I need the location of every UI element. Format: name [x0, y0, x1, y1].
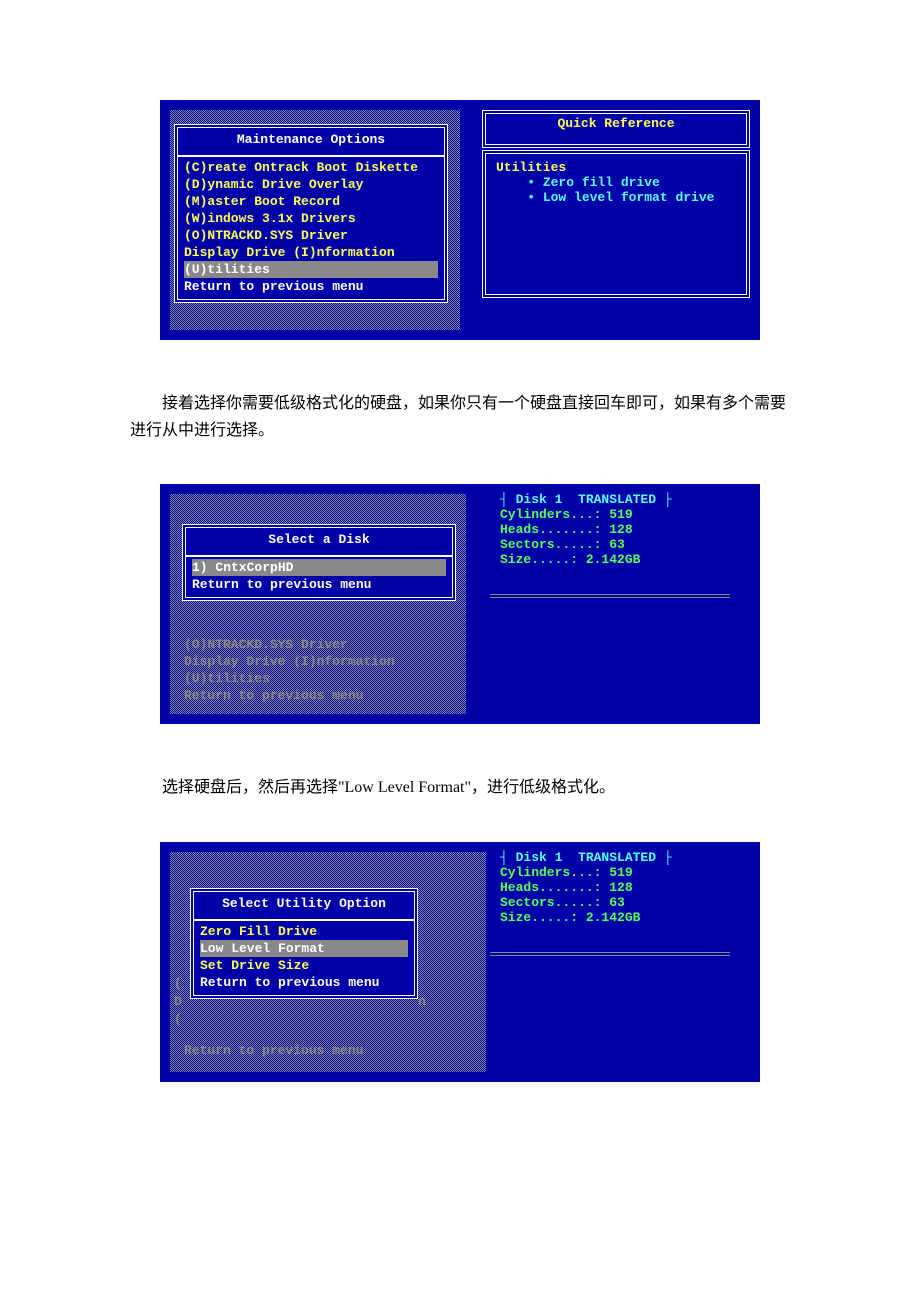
disk-info-line: Cylinders...: 519: [500, 507, 710, 522]
paragraph-2: 选择硬盘后，然后再选择"Low Level Format"，进行低级格式化。: [130, 774, 790, 801]
menu-item-selected[interactable]: (U)tilities: [184, 261, 438, 278]
edge-letter-right: n: [418, 994, 426, 1009]
paragraph-1: 接着选择你需要低级格式化的硬盘，如果你只有一个硬盘直接回车即可，如果有多个需要进…: [130, 390, 790, 444]
menu-title: Select Utility Option: [194, 892, 414, 917]
menu-item[interactable]: (O)NTRACKD.SYS Driver: [184, 227, 438, 244]
background-menu-items: Return to previous menu: [178, 1042, 470, 1059]
disk-info-line: Size.....: 2.142GB: [500, 910, 710, 925]
disk-info-line: Heads.......: 128: [500, 880, 710, 895]
utility-item-selected[interactable]: Low Level Format: [200, 940, 408, 957]
screenshot-1: Maintenance Options (C)reate Ontrack Boo…: [160, 100, 760, 340]
ref-item: • Low level format drive: [496, 190, 736, 205]
info-box-bottom-border: [490, 594, 730, 598]
disk-info-title: ┤ Disk 1 TRANSLATED ├: [500, 850, 710, 865]
disk-info-title: ┤ Disk 1 TRANSLATED ├: [500, 492, 710, 507]
edge-letter: (: [174, 1012, 182, 1027]
disk-info-line: Heads.......: 128: [500, 522, 710, 537]
maintenance-options-menu: Maintenance Options (C)reate Ontrack Boo…: [174, 124, 448, 303]
screenshot-3: ( D ( Select Utility Option Zero Fill Dr…: [160, 842, 760, 1082]
menu-item-return[interactable]: Return to previous menu: [192, 576, 446, 593]
ref-heading: Utilities: [496, 160, 736, 175]
info-box-bottom-border: [490, 952, 730, 956]
menu-title: Maintenance Options: [178, 128, 444, 153]
utility-item[interactable]: Set Drive Size: [200, 957, 408, 974]
edge-letter: D: [174, 994, 182, 1009]
select-disk-menu: Select a Disk 1) CntxCorpHD Return to pr…: [182, 524, 456, 601]
disk-info-line: Sectors.....: 63: [500, 537, 710, 552]
bg-item: Return to previous menu: [184, 1042, 464, 1059]
background-menu-items: (O)NTRACKD.SYS Driver Display Drive (I)n…: [178, 636, 470, 704]
document-page: Maintenance Options (C)reate Ontrack Boo…: [0, 0, 920, 1192]
disk-info-line: Cylinders...: 519: [500, 865, 710, 880]
menu-item-return[interactable]: Return to previous menu: [200, 974, 408, 991]
utility-item[interactable]: Zero Fill Drive: [200, 923, 408, 940]
menu-item[interactable]: (C)reate Ontrack Boot Diskette: [184, 159, 438, 176]
menu-item-return[interactable]: Return to previous menu: [184, 278, 438, 295]
bg-item: Display Drive (I)nformation: [184, 653, 464, 670]
disk-info-line: Size.....: 2.142GB: [500, 552, 710, 567]
disk-info-line: Sectors.....: 63: [500, 895, 710, 910]
select-utility-menu: Select Utility Option Zero Fill Drive Lo…: [190, 888, 418, 999]
quick-reference-body: Utilities • Zero fill drive • Low level …: [482, 150, 750, 298]
disk-item-selected[interactable]: 1) CntxCorpHD: [192, 559, 446, 576]
screenshot-2: Select a Disk 1) CntxCorpHD Return to pr…: [160, 484, 760, 724]
menu-item[interactable]: Display Drive (I)nformation: [184, 244, 438, 261]
quick-reference-box: Quick Reference: [482, 110, 750, 148]
menu-item[interactable]: (D)ynamic Drive Overlay: [184, 176, 438, 193]
quick-reference-title: Quick Reference: [486, 114, 746, 133]
disk-info-box: ┤ Disk 1 TRANSLATED ├ Cylinders...: 519 …: [500, 850, 710, 925]
ref-item: • Zero fill drive: [496, 175, 736, 190]
bg-item: (O)NTRACKD.SYS Driver: [184, 636, 464, 653]
bg-item: Return to previous menu: [184, 687, 464, 704]
menu-title: Select a Disk: [186, 528, 452, 553]
bg-item: (U)tilities: [184, 670, 464, 687]
disk-info-box: ┤ Disk 1 TRANSLATED ├ Cylinders...: 519 …: [500, 492, 710, 567]
menu-item[interactable]: (M)aster Boot Record: [184, 193, 438, 210]
edge-letter: (: [174, 976, 182, 991]
menu-item[interactable]: (W)indows 3.1x Drivers: [184, 210, 438, 227]
